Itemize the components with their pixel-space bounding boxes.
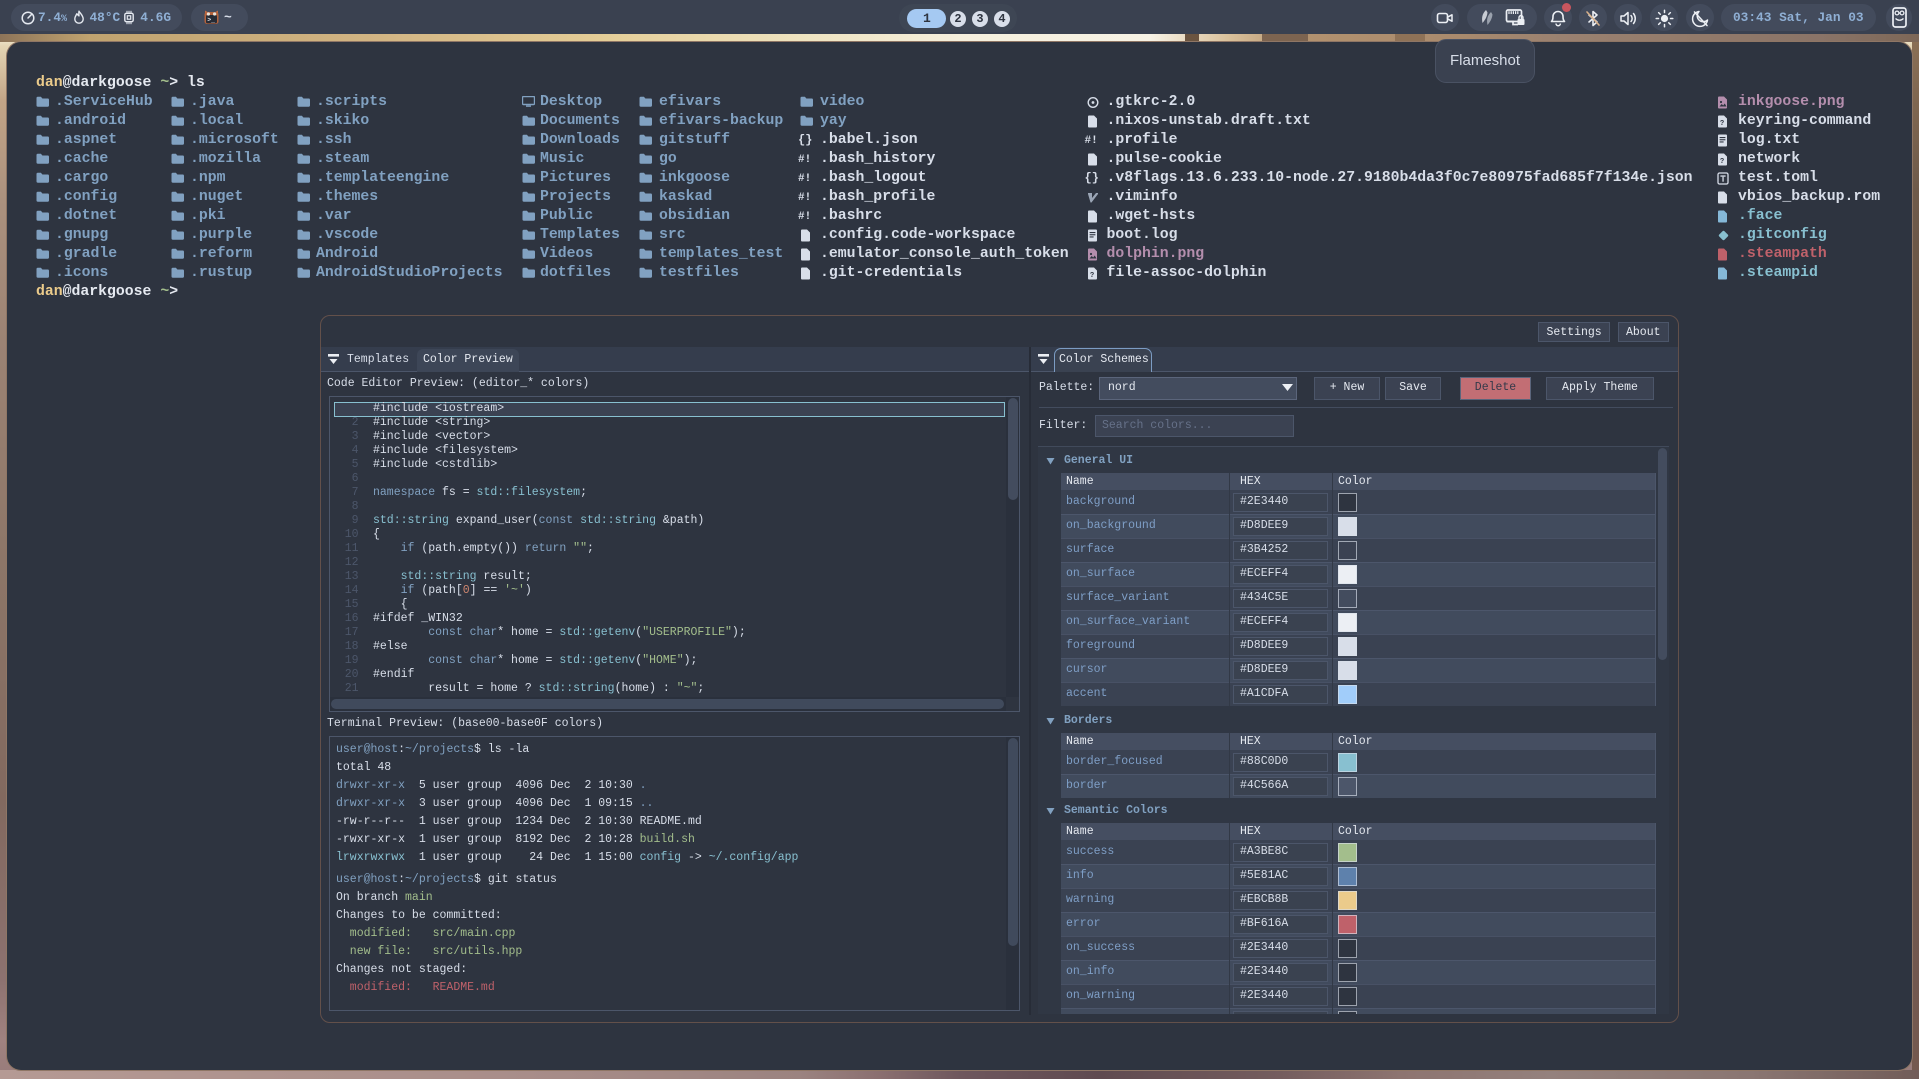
- svg-text:>_: >_: [207, 17, 215, 24]
- svg-text:?: ?: [1720, 120, 1724, 128]
- svg-text:?: ?: [1090, 272, 1094, 280]
- svg-text:?: ?: [1720, 158, 1724, 166]
